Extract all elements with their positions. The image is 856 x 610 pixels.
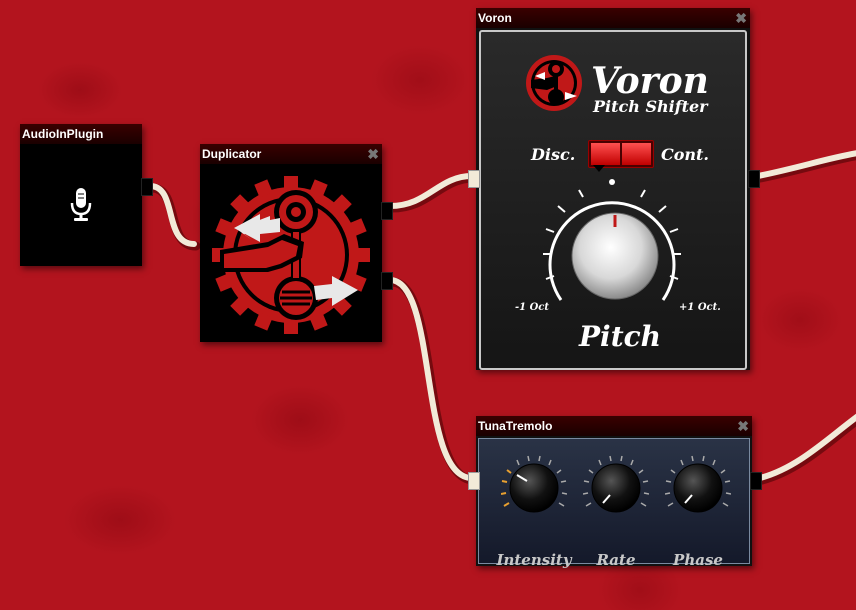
phase-knob[interactable] bbox=[665, 455, 731, 521]
voron-logo-icon bbox=[526, 55, 582, 111]
voron-logo-title: Voron bbox=[591, 60, 709, 102]
voron-titlebar[interactable]: Voron ✖ bbox=[476, 8, 750, 28]
voron-plugin[interactable]: Voron ✖ Voron Pitch Shifter Disc. Cont. bbox=[468, 8, 760, 370]
mode-toggle-switch[interactable] bbox=[588, 140, 654, 168]
audio-in-title: AudioInPlugin bbox=[22, 127, 104, 141]
switch-right-half bbox=[622, 143, 651, 165]
rate-label: Rate bbox=[596, 551, 636, 569]
duplicator-output-port-2[interactable] bbox=[381, 272, 393, 290]
tremolo-panel: Intensity Rate Phase bbox=[478, 438, 750, 569]
intensity-knob[interactable] bbox=[501, 455, 567, 521]
tremolo-titlebar[interactable]: TunaTremolo ✖ bbox=[476, 416, 752, 436]
pitch-min-label: -1 Oct bbox=[515, 302, 550, 313]
wire-audioin-duplicator bbox=[147, 183, 197, 247]
duplicator-plugin[interactable]: Duplicator ✖ bbox=[200, 144, 393, 342]
audio-in-titlebar[interactable]: AudioInPlugin bbox=[20, 124, 142, 144]
mode-continuous-label: Cont. bbox=[661, 145, 709, 164]
tremolo-title: TunaTremolo bbox=[478, 419, 553, 433]
voron-output-port[interactable] bbox=[748, 170, 760, 188]
voron-title: Voron bbox=[478, 11, 512, 25]
intensity-label: Intensity bbox=[496, 551, 572, 569]
voron-logo-subtitle: Pitch Shifter bbox=[593, 97, 708, 116]
wire-duplicator-voron bbox=[387, 173, 475, 209]
pitch-knob[interactable] bbox=[571, 212, 659, 300]
tremolo-plugin[interactable]: TunaTremolo ✖ Intensity Rate Phase bbox=[468, 416, 762, 569]
audio-in-plugin[interactable]: AudioInPlugin bbox=[20, 124, 153, 266]
voron-close-icon[interactable]: ✖ bbox=[735, 8, 747, 28]
rate-knob[interactable] bbox=[583, 455, 649, 521]
mode-discrete-label: Disc. bbox=[531, 145, 576, 164]
wire-tremolo-out bbox=[757, 413, 856, 481]
duplicator-close-icon[interactable]: ✖ bbox=[367, 144, 379, 164]
voron-input-port[interactable] bbox=[468, 170, 480, 188]
wire-duplicator-tremolo bbox=[387, 277, 475, 481]
duplicator-output-port-1[interactable] bbox=[381, 202, 393, 220]
pitch-max-label: +1 Oct. bbox=[679, 302, 721, 313]
duplicator-title: Duplicator bbox=[202, 147, 262, 161]
microphone-icon bbox=[70, 188, 92, 221]
audio-in-output-port[interactable] bbox=[141, 178, 153, 196]
tremolo-close-icon[interactable]: ✖ bbox=[737, 416, 749, 436]
phase-label: Phase bbox=[673, 551, 723, 569]
tremolo-output-port[interactable] bbox=[750, 472, 762, 490]
wire-voron-out bbox=[755, 150, 856, 179]
duplicator-logo-icon bbox=[212, 176, 370, 334]
switch-left-half bbox=[591, 143, 620, 165]
duplicator-titlebar[interactable]: Duplicator ✖ bbox=[200, 144, 382, 164]
tremolo-input-port[interactable] bbox=[468, 472, 480, 490]
voron-panel: Voron Pitch Shifter Disc. Cont. -1 Oct +… bbox=[479, 30, 747, 370]
pitch-label: Pitch bbox=[579, 320, 662, 353]
